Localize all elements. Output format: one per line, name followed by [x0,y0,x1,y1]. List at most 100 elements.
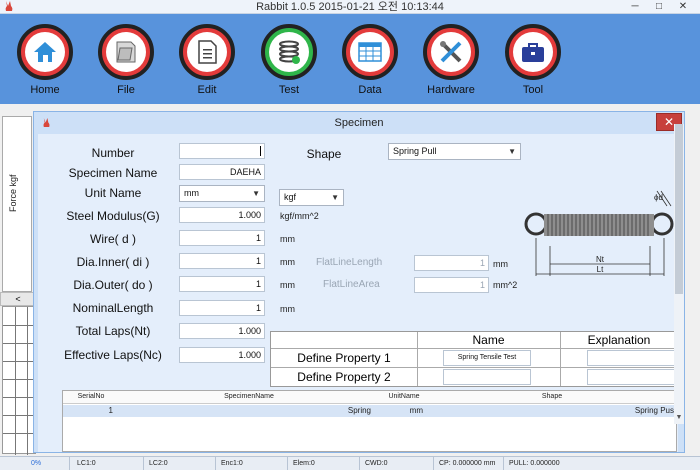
flat-line-area-input[interactable]: 1 [414,277,489,293]
specimen-dialog: Specimen ✕ Number Specimen Name Unit Nam… [33,111,685,453]
steel-modulus-unit: kgf/mm^2 [280,211,319,221]
dialog-scrollbar[interactable]: ▼ [674,124,684,424]
data-button-ring [342,24,398,80]
dia-outer-input[interactable]: 1 [179,276,265,292]
data-button-label: Data [358,84,382,96]
cwd-status: CWD:0 [362,457,434,470]
shape-label: Shape [306,147,342,161]
chevron-down-icon: ▼ [252,189,260,198]
tools-icon [440,41,462,63]
lc1-status: LC1:0 [74,457,144,470]
flat-line-area-label: FlatLineArea [323,279,380,290]
length-unit-select[interactable]: mm ▼ [179,185,265,202]
specimen-name-label: Specimen Name [68,166,158,180]
tool-button-label: Tool [522,84,544,96]
dia-outer-label: Dia.Outer( do ) [73,278,153,292]
grid-line [3,397,37,398]
home-button-ring [17,24,73,80]
nominal-length-label: NominalLength [72,301,154,315]
steel-modulus-label: Steel Modulus(G) [66,209,160,223]
total-laps-label: Total Laps(Nt) [75,324,151,338]
background-scroll-left[interactable]: < [0,292,36,306]
define-property-2-name-input[interactable] [443,369,531,385]
table-row[interactable]: 1 Spring mm Spring Pus [63,405,676,417]
wire-input[interactable]: 1 [179,230,265,246]
table-icon [358,42,382,62]
wire-unit: mm [280,234,295,244]
effective-laps-input[interactable]: 1.000 [179,347,265,363]
force-axis-label: Force kgf [8,174,18,212]
dia-inner-unit: mm [280,257,295,267]
nominal-length-unit: mm [280,304,295,314]
grid-line [3,361,37,362]
toolbox-icon [522,43,544,62]
dialog-titlebar: Specimen ✕ [34,112,684,134]
explanation-column-header: Explanation [587,333,651,347]
define-property-row-2: Define Property 2 [271,368,677,387]
row-shape: Spring Pus [634,406,674,415]
lc2-status: LC2:0 [146,457,216,470]
scrollbar-thumb[interactable] [675,124,683,294]
file-button-face [106,32,146,72]
hardware-button[interactable]: Hardware [416,24,486,104]
folder-icon [116,41,136,63]
close-window-button[interactable]: ✕ [676,0,690,14]
nominal-length-input[interactable]: 1 [179,300,265,316]
specimen-list: SerialNo SpecimenName UnitName Shape 1 S… [62,390,677,452]
chevron-down-icon: ▼ [508,147,516,156]
window-title: Rabbit 1.0.5 2015-01-21 오전 10:13:44 [256,1,444,13]
define-property-1-explanation-input[interactable] [587,350,677,366]
spring-icon [279,40,300,64]
test-button-face [269,32,309,72]
dialog-title: Specimen [334,117,384,129]
specimen-list-header: SerialNo SpecimenName UnitName Shape [63,391,676,404]
file-button[interactable]: File [91,24,161,104]
grid-line [27,307,28,455]
dia-inner-input[interactable]: 1 [179,253,265,269]
serial-no-column-header[interactable]: SerialNo [63,393,119,400]
define-property-2-explanation-input[interactable] [587,369,677,385]
table-divider [417,332,418,386]
effective-laps-label: Effective Laps(Nc) [64,348,162,362]
background-data-grid [2,306,37,455]
progress-indicator: 0% [0,457,70,470]
define-property-1-name-input[interactable]: Spring Tensile Test [443,350,531,366]
steel-modulus-input[interactable]: 1.000 [179,207,265,223]
force-unit-select[interactable]: kgf ▼ [279,189,344,206]
text-caret [260,146,261,156]
row-serial: 1 [108,406,113,415]
define-property-row-1: Define Property 1 Spring Tensile Test [271,349,677,368]
pull-status: PULL: 0.000000 [509,460,560,467]
force-unit-value: kgf [284,192,297,202]
property-table-header: Name Explanation [271,332,677,349]
define-property-2-label: Define Property 2 [297,370,391,384]
define-property-1-label: Define Property 1 [297,351,391,365]
edit-button-face [187,32,227,72]
number-input[interactable] [179,143,265,159]
edit-button-ring [179,24,235,80]
data-button[interactable]: Data [335,24,405,104]
number-label: Number [91,146,135,160]
property-table: Name Explanation Define Property 1 Sprin… [270,331,678,387]
shape-value: Spring Pull [393,146,437,156]
chevron-down-icon: ▼ [331,193,339,202]
row-unit-name: mm [409,406,423,415]
home-button[interactable]: Home [10,24,80,104]
maximize-button[interactable]: □ [652,0,666,14]
specimen-name-column-header[interactable]: SpecimenName [119,393,379,400]
edit-button-label: Edit [197,84,217,96]
flat-line-length-input[interactable]: 1 [414,255,489,271]
dia-outer-unit: mm [280,280,295,290]
test-button[interactable]: Test [254,24,324,104]
scroll-down-icon[interactable]: ▼ [674,414,684,421]
data-button-face [350,32,390,72]
tool-button[interactable]: Tool [498,24,568,104]
shape-select[interactable]: Spring Pull ▼ [388,143,521,160]
edit-button[interactable]: Edit [172,24,242,104]
shape-column-header[interactable]: Shape [429,393,675,400]
total-laps-input[interactable]: 1.000 [179,323,265,339]
specimen-name-input[interactable]: DAEHA [179,164,265,180]
unit-name-column-header[interactable]: UnitName [379,393,429,400]
flat-line-length-label: FlatLineLength [316,257,383,268]
minimize-button[interactable]: ─ [628,0,642,14]
